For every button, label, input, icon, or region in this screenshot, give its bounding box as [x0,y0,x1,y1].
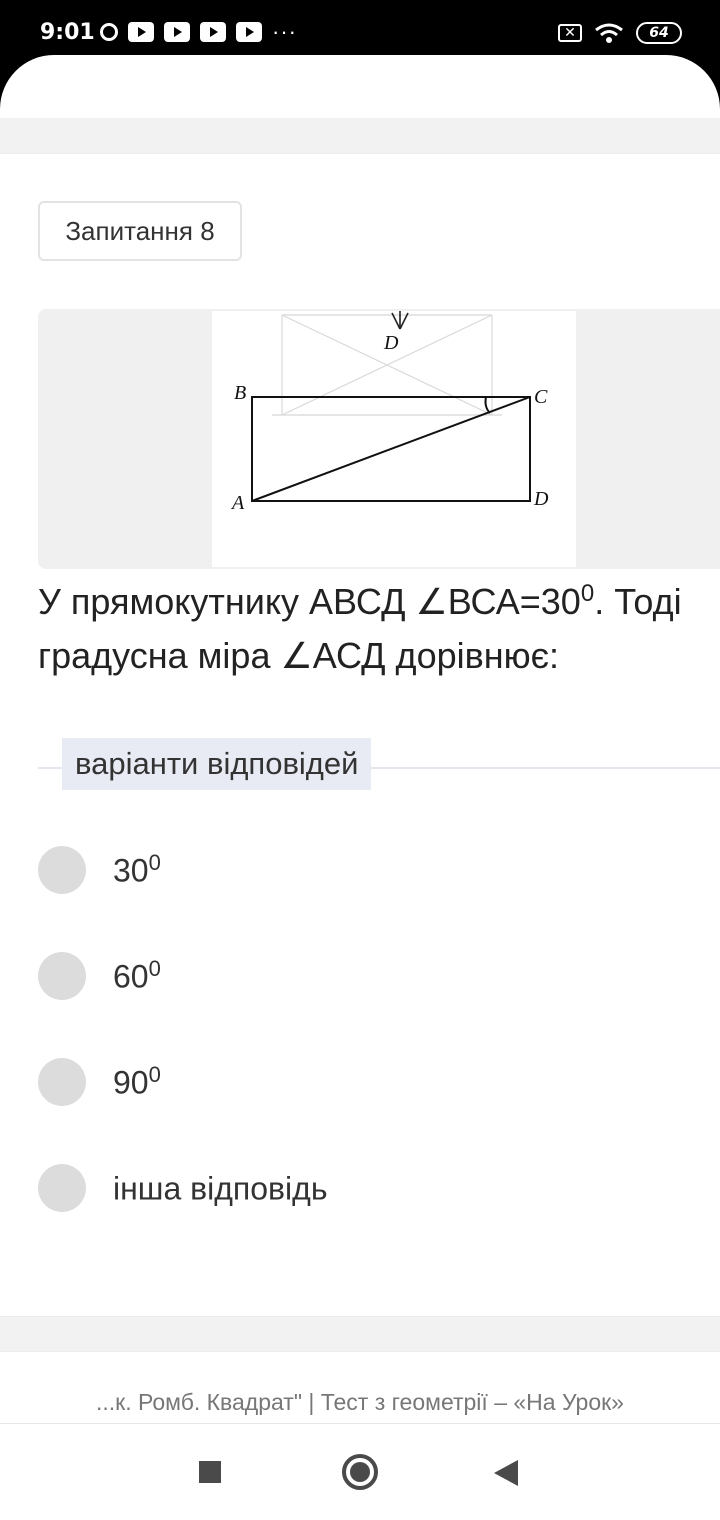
page-content: Запитання 8 D B C A D У прямокутнику АВС… [0,55,720,1520]
youtube-icon [200,22,226,42]
answer-option-label: 300 [113,850,161,889]
radio-button[interactable] [38,952,86,1000]
rectangle-diagram: D B C A D [212,311,576,567]
figure-label-a: A [230,492,245,514]
bottom-divider-strip [0,1316,720,1352]
back-triangle-icon[interactable] [494,1460,518,1486]
variants-heading: варіанти відповідей [62,738,372,790]
notification-icons: ··· [100,19,297,44]
answer-option-1[interactable]: 300 [38,846,638,894]
answer-option-4[interactable]: інша відповідь [38,1164,638,1212]
question-line-2: градусна міра ∠АСД дорівнює: [38,635,559,676]
question-image-container: D B C A D [38,309,720,569]
answer-option-label: 600 [113,956,161,995]
battery-icon: 64 [636,22,682,44]
question-number-badge: Запитання 8 [38,201,242,261]
figure-label-d-top: D [383,332,399,354]
recents-square-icon[interactable] [199,1461,221,1483]
figure-label-c: C [534,386,548,408]
more-dots-icon: ··· [272,19,297,44]
answer-option-2[interactable]: 600 [38,952,638,1000]
top-divider-strip [0,118,720,154]
wifi-icon [595,23,623,43]
home-circle-icon[interactable] [342,1454,378,1490]
youtube-icon [128,22,154,42]
no-sim-icon: ✕ [558,24,582,42]
browser-page-title: ...к. Ромб. Квадрат" | Тест з геометрії … [96,1389,624,1415]
radio-button[interactable] [38,1058,86,1106]
youtube-icon [164,22,190,42]
answer-option-label: інша відповідь [113,1170,328,1207]
figure-label-b: B [234,382,246,404]
youtube-icon [236,22,262,42]
question-text: У прямокутнику АВСД ∠ВСА=300. Тоді граду… [38,567,720,683]
status-time: 9:01 [40,20,95,45]
footer-divider [0,1423,720,1424]
answer-option-3[interactable]: 900 [38,1058,638,1106]
answer-option-label: 900 [113,1062,161,1101]
disc-notification-icon [100,23,118,41]
radio-button[interactable] [38,1164,86,1212]
radio-button[interactable] [38,846,86,894]
figure-label-d: D [533,488,549,510]
question-line-1: У прямокутнику АВСД ∠ВСА=300. Тоді [38,580,682,622]
rectangle-diagram-svg: D B C A D [230,311,549,514]
system-icons: ✕ 64 [558,22,682,44]
